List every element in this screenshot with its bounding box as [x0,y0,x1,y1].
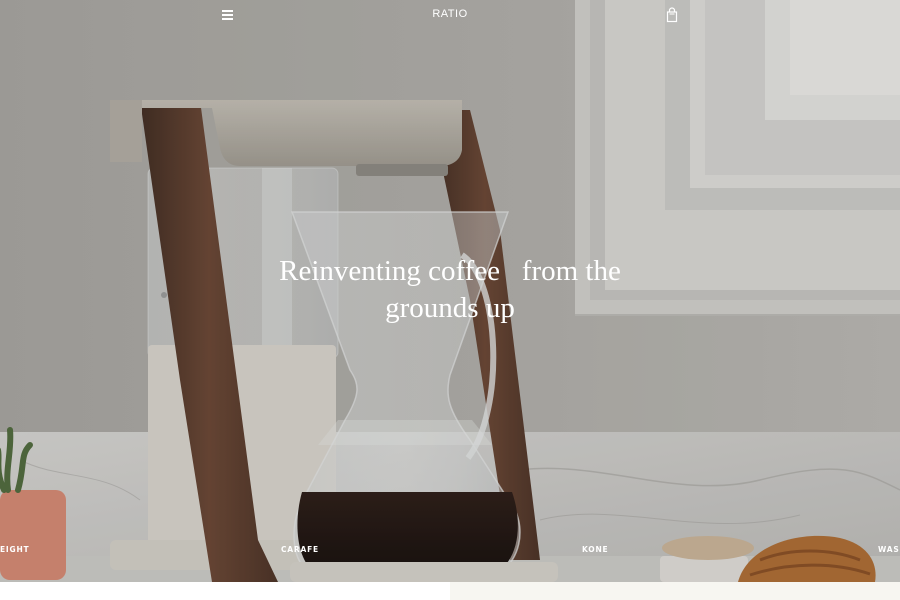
hero-headline-line2: grounds up [385,292,515,324]
category-link-eight[interactable]: EIGHT [0,545,29,554]
section-right [450,582,900,600]
section-left [0,582,450,600]
hamburger-icon[interactable] [218,6,238,24]
category-link-kone[interactable]: KONE [582,545,608,554]
hero-headline: Reinventing coffee from the grounds up [180,253,720,327]
top-nav: RATIO [0,0,900,30]
brand-logo[interactable]: RATIO [400,8,500,20]
category-link-wash[interactable]: WASH [878,545,900,554]
shopping-bag-icon[interactable] [663,6,681,24]
page: RATIO Reinventing coffee from the ground… [0,0,900,600]
hero-headline-line1: Reinventing coffee from the [279,255,621,287]
category-link-carafe[interactable]: CARAFE [281,545,319,554]
